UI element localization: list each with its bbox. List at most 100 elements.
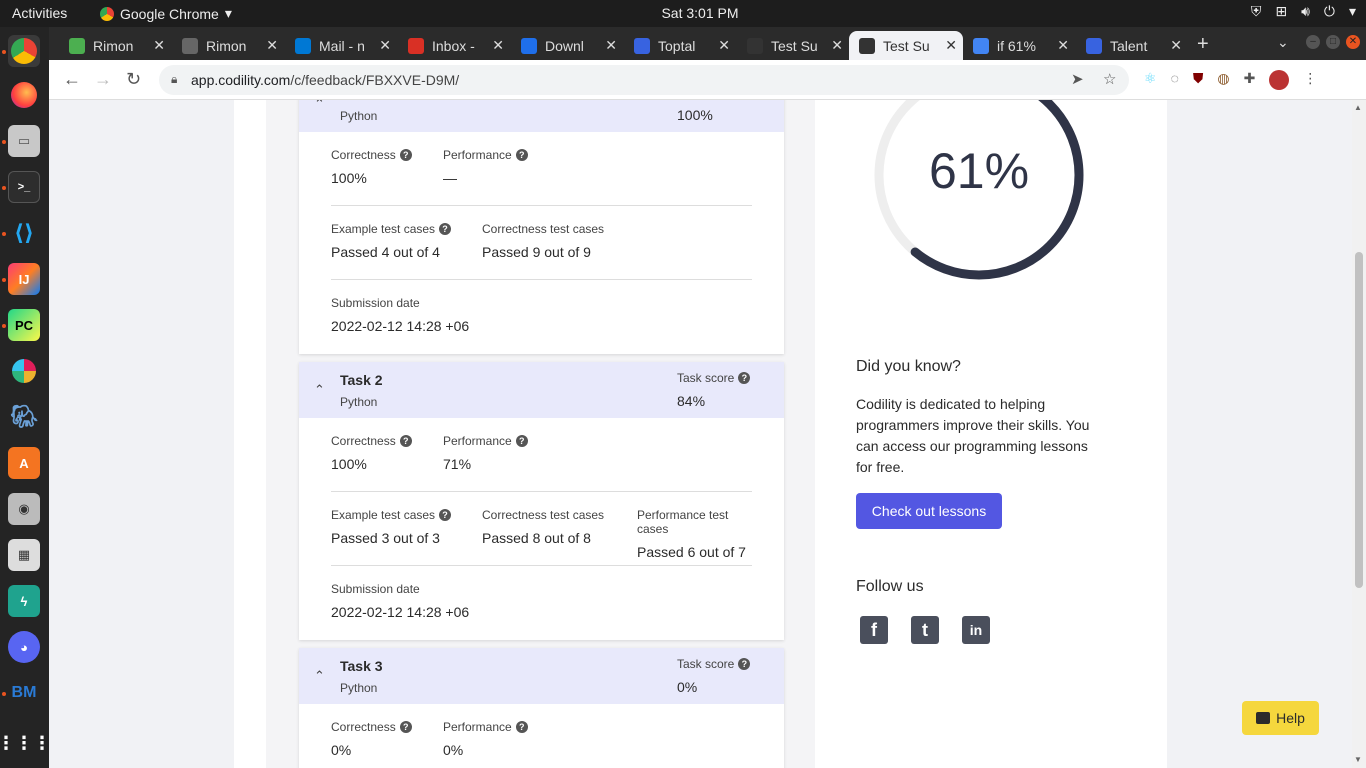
task-header[interactable]: ⌃ Python 100% xyxy=(299,100,784,132)
twitter-icon[interactable]: t xyxy=(911,616,939,644)
bm-dock-icon[interactable]: BM xyxy=(8,677,40,709)
tab-favicon-icon xyxy=(973,37,989,54)
task-header[interactable]: ⌃ Task 2 Python Task score? 84% xyxy=(299,362,784,418)
task-header[interactable]: ⌃ Task 3 Python Task score? 0% xyxy=(299,648,784,704)
help-icon[interactable]: ? xyxy=(399,435,412,447)
scroll-up-icon[interactable]: ▲ xyxy=(1354,103,1362,112)
page-scrollbar[interactable]: ▲ ▼ xyxy=(1352,100,1366,768)
intellij-dock-icon[interactable]: IJ xyxy=(8,263,40,295)
extensions-area: ⚛ ◌ ⛊ ◍ ✚ ⋮ xyxy=(1144,70,1317,90)
power-icon[interactable]: ⏻ xyxy=(1324,3,1335,20)
check-out-lessons-button[interactable]: Check out lessons xyxy=(856,493,1002,529)
window-controls: – □ ✕ xyxy=(1306,35,1360,49)
close-icon[interactable]: ✕ xyxy=(1057,37,1069,54)
chevron-up-icon[interactable]: ⌃ xyxy=(314,100,325,112)
network-icon[interactable]: ⊞ xyxy=(1275,3,1287,20)
help-icon[interactable]: ? xyxy=(515,435,528,447)
react-devtools-icon[interactable]: ⚛ xyxy=(1144,70,1157,90)
forward-icon[interactable]: → xyxy=(94,69,112,90)
maximize-icon[interactable]: □ xyxy=(1326,35,1340,49)
submission-row: Submission date 2022-02-12 14:28 +06 xyxy=(331,566,752,640)
help-icon[interactable]: ? xyxy=(439,509,452,521)
terminal-dock-icon[interactable]: >_ xyxy=(8,171,40,203)
browser-tab[interactable]: Talent ✕ xyxy=(1076,31,1188,60)
bolt-dock-icon[interactable]: ϟ xyxy=(8,585,40,617)
browser-tab[interactable]: Rimon ✕ xyxy=(172,31,284,60)
app-menu[interactable]: Google Chrome ▾ xyxy=(100,5,232,22)
vscode-dock-icon[interactable]: ⟨⟩ xyxy=(8,217,40,249)
files-dock-icon[interactable]: ▭ xyxy=(8,125,40,157)
browser-tab[interactable]: Test Su ✕ xyxy=(737,31,849,60)
clock[interactable]: Sat 3:01 PM xyxy=(640,5,760,21)
show-apps-icon[interactable]: ⋮⋮⋮ xyxy=(0,727,51,759)
dock: ▭ >_ ⟨⟩ IJ PC 🐘︎ A ◉ ▦ ϟ ◕ BM ⋮⋮⋮ xyxy=(0,27,51,768)
help-icon[interactable]: ? xyxy=(738,658,751,670)
close-icon[interactable]: ✕ xyxy=(492,37,504,54)
software-dock-icon[interactable]: A xyxy=(8,447,40,479)
chevron-down-icon[interactable]: ▾ xyxy=(1349,3,1356,20)
system-tray[interactable]: ⛨ ⊞ 🔊︎ ⏻ ▾ xyxy=(1251,3,1356,20)
help-icon[interactable]: ? xyxy=(515,721,528,733)
close-icon[interactable]: ✕ xyxy=(945,37,957,54)
scroll-down-icon[interactable]: ▼ xyxy=(1354,755,1362,764)
close-icon[interactable]: ✕ xyxy=(379,37,391,54)
browser-tab[interactable]: Downl ✕ xyxy=(511,31,623,60)
volume-icon[interactable]: 🔊︎ xyxy=(1301,3,1310,20)
facebook-icon[interactable]: f xyxy=(860,616,888,644)
discord-dock-icon[interactable]: ◕ xyxy=(8,631,40,663)
puzzle-icon[interactable]: ✚ xyxy=(1244,70,1256,90)
scrollbar-thumb[interactable] xyxy=(1355,252,1363,588)
help-button[interactable]: Help xyxy=(1242,701,1319,735)
close-icon[interactable]: ✕ xyxy=(831,37,843,54)
performance-metric: Performance? 71% xyxy=(443,434,528,472)
tab-search-icon[interactable]: ⌄ xyxy=(1277,34,1289,51)
help-icon[interactable]: ? xyxy=(399,721,412,733)
browser-tab[interactable]: Toptal ✕ xyxy=(624,31,736,60)
help-icon[interactable]: ? xyxy=(399,149,412,161)
shield-icon[interactable]: ⛨ xyxy=(1251,3,1262,20)
close-icon[interactable]: ✕ xyxy=(266,37,278,54)
firefox-dock-icon[interactable] xyxy=(8,79,40,111)
pycharm-dock-icon[interactable]: PC xyxy=(8,309,40,341)
activities-button[interactable]: Activities xyxy=(12,5,67,21)
lock-icon[interactable]: 🔒︎ xyxy=(171,72,177,87)
help-icon[interactable]: ? xyxy=(515,149,528,161)
avatar[interactable] xyxy=(1269,70,1290,90)
browser-tab-active[interactable]: Test Su ✕ xyxy=(849,31,963,60)
browser-tab[interactable]: Rimon ✕ xyxy=(59,31,171,60)
new-tab-button[interactable]: + xyxy=(1197,33,1209,56)
close-window-icon[interactable]: ✕ xyxy=(1346,35,1360,49)
tab-favicon-icon xyxy=(182,37,198,54)
browser-tab[interactable]: Inbox - ✕ xyxy=(398,31,510,60)
did-you-know-body: Codility is dedicated to helping program… xyxy=(856,396,1090,475)
slack-dock-icon[interactable] xyxy=(8,355,40,387)
close-icon[interactable]: ✕ xyxy=(1170,37,1182,54)
send-icon[interactable]: ➤ xyxy=(1071,70,1084,88)
postgres-dock-icon[interactable]: 🐘︎ xyxy=(8,401,40,433)
linkedin-icon[interactable]: in xyxy=(962,616,990,644)
tests-row: Example test cases? Passed 3 out of 3 Co… xyxy=(331,492,752,566)
star-icon[interactable]: ☆ xyxy=(1103,70,1116,88)
close-icon[interactable]: ✕ xyxy=(153,37,165,54)
reload-icon[interactable]: ↻ xyxy=(126,69,141,90)
chevron-up-icon[interactable]: ⌃ xyxy=(314,382,325,398)
minimize-icon[interactable]: – xyxy=(1306,35,1320,49)
chevron-up-icon[interactable]: ⌃ xyxy=(314,668,325,684)
address-bar[interactable]: 🔒︎ app.codility.com/c/feedback/FBXXVE-D9… xyxy=(159,65,1129,95)
calculator-dock-icon[interactable]: ▦ xyxy=(8,539,40,571)
browser-tab[interactable]: Mail - n ✕ xyxy=(285,31,397,60)
ublock-icon[interactable]: ⛊ xyxy=(1193,70,1204,90)
browser-tab[interactable]: if 61% ✕ xyxy=(963,31,1075,60)
close-icon[interactable]: ✕ xyxy=(718,37,730,54)
chrome-menu-icon[interactable]: ⋮ xyxy=(1303,70,1317,90)
url-text[interactable]: app.codility.com/c/feedback/FBXXVE-D9M/ xyxy=(191,72,459,88)
close-icon[interactable]: ✕ xyxy=(605,37,617,54)
extension-icon[interactable]: ◌ xyxy=(1171,70,1179,90)
cookie-icon[interactable]: ◍ xyxy=(1217,70,1229,90)
camera-dock-icon[interactable]: ◉ xyxy=(8,493,40,525)
chrome-dock-icon[interactable] xyxy=(8,35,40,67)
back-icon[interactable]: ← xyxy=(63,69,81,90)
task-card: ⌃ Python 100% Correctness? 100% Performa… xyxy=(299,100,784,354)
help-icon[interactable]: ? xyxy=(439,223,452,235)
help-icon[interactable]: ? xyxy=(738,372,751,384)
